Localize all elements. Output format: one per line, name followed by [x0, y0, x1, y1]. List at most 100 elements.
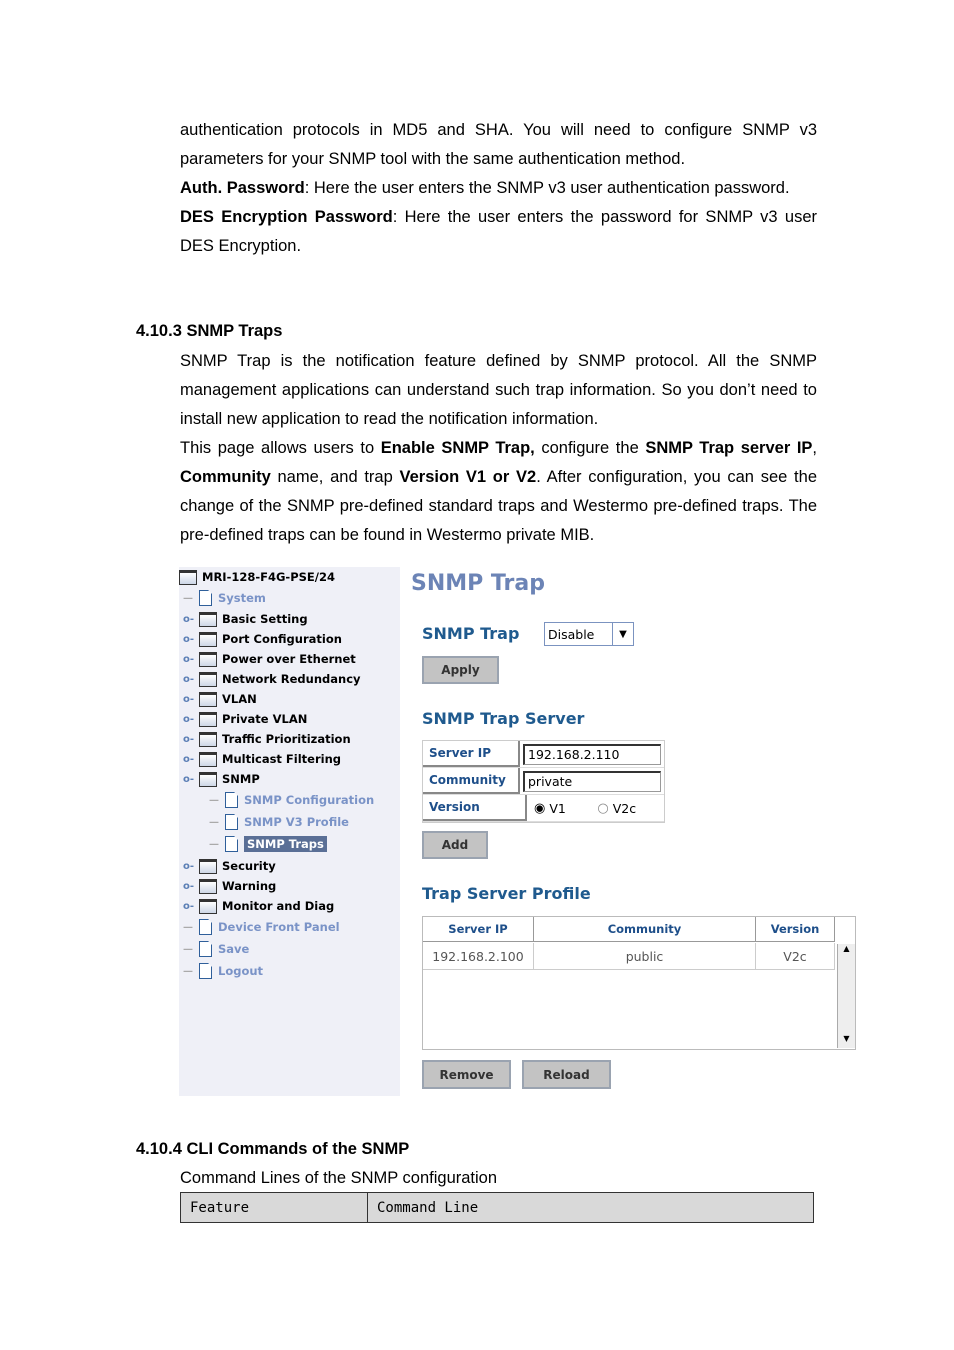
text: This page allows users to	[180, 439, 381, 457]
expand-icon[interactable]: o-	[183, 754, 195, 765]
expand-icon[interactable]: o-	[183, 654, 195, 665]
tree-line: —	[209, 794, 219, 806]
expand-icon[interactable]: o-	[183, 734, 195, 745]
community-input[interactable]: private	[523, 770, 661, 792]
tree-line: —	[209, 838, 219, 850]
label: Port Configuration	[222, 632, 342, 646]
document-icon	[199, 963, 212, 979]
snmp-trap-select[interactable]: Disable ▼	[544, 622, 634, 646]
tree-item-save[interactable]: — Save	[183, 939, 249, 959]
label: VLAN	[222, 692, 257, 706]
label: Private VLAN	[222, 712, 308, 726]
tree-item-security[interactable]: o- Security	[183, 856, 276, 876]
scroll-up-icon[interactable]: ▲	[838, 944, 855, 958]
document-icon	[225, 836, 238, 852]
selected-value: Disable	[548, 626, 595, 642]
label: SNMP	[222, 772, 260, 786]
paragraph-auth-protocols: authentication protocols in MD5 and SHA.…	[180, 116, 817, 261]
cli-table-header: Feature Command Line	[180, 1192, 814, 1223]
tree-item-multicast-filtering[interactable]: o- Multicast Filtering	[183, 749, 341, 769]
community-label: Community	[423, 768, 520, 794]
snmp-trap-label: SNMP Trap	[422, 624, 520, 643]
cli-intro: Command Lines of the SNMP configuration	[180, 1169, 498, 1187]
tree-item-snmp-traps[interactable]: — SNMP Traps	[209, 834, 327, 854]
tree-item-port-configuration[interactable]: o- Port Configuration	[183, 629, 342, 649]
text: Community	[180, 468, 271, 486]
header-feature: Feature	[181, 1193, 368, 1222]
expand-icon[interactable]: o-	[183, 861, 195, 872]
text: : Here the user enters the SNMP v3 user …	[304, 179, 790, 197]
chevron-down-icon[interactable]: ▼	[612, 623, 633, 645]
remove-button[interactable]: Remove	[422, 1060, 511, 1089]
expand-icon[interactable]: o-	[183, 714, 195, 725]
tree-item-traffic-prioritization[interactable]: o- Traffic Prioritization	[183, 729, 351, 749]
cell-server-ip[interactable]: 192.168.2.100	[423, 943, 534, 970]
tree-item-system[interactable]: — System	[183, 588, 266, 608]
tree-item-snmp[interactable]: o- SNMP	[183, 769, 260, 789]
tree-line: —	[209, 816, 219, 828]
expand-icon[interactable]: o-	[183, 634, 195, 645]
page-title: SNMP Trap	[411, 571, 545, 596]
column-header: Community	[534, 917, 756, 942]
expand-icon[interactable]: o-	[183, 901, 195, 912]
label: Network Redundancy	[222, 672, 361, 686]
tree-item-logout[interactable]: — Logout	[183, 961, 263, 981]
document-page: authentication protocols in MD5 and SHA.…	[0, 0, 954, 1350]
label: Basic Setting	[222, 612, 308, 626]
tree-item-snmp-v3-profile[interactable]: — SNMP V3 Profile	[209, 812, 349, 832]
label: System	[218, 591, 266, 605]
cell-community[interactable]: public	[534, 943, 756, 970]
folder-icon	[199, 878, 217, 894]
v2c-label: V2c	[612, 800, 637, 816]
label: Device Front Panel	[218, 920, 340, 934]
expand-icon[interactable]: o-	[183, 614, 195, 625]
folder-icon	[199, 611, 217, 627]
expand-icon[interactable]: o-	[183, 694, 195, 705]
tree-item-device-front-panel[interactable]: — Device Front Panel	[183, 917, 340, 937]
tree-item-private-vlan[interactable]: o- Private VLAN	[183, 709, 307, 729]
trap-server-profile-heading: Trap Server Profile	[422, 884, 591, 903]
document-icon	[199, 590, 212, 606]
label: SNMP Configuration	[244, 793, 375, 807]
snmp-trap-screenshot: MRI-128-F4G-PSE/24 — System o- Basic Settin…	[179, 567, 869, 1097]
radio-v2c[interactable]: ○	[597, 801, 608, 816]
folder-icon	[199, 691, 217, 707]
v1-label: V1	[549, 800, 566, 816]
text: Version V1 or V2	[399, 468, 537, 486]
tree-item-monitor-and-diag[interactable]: o- Monitor and Diag	[183, 896, 334, 916]
tree-item-power-over-ethernet[interactable]: o- Power over Ethernet	[183, 649, 356, 669]
radio-v1[interactable]: ◉	[534, 801, 545, 816]
text: SNMP Trap is the notification feature de…	[180, 352, 817, 428]
tree-line: —	[183, 943, 193, 955]
folder-icon	[199, 651, 217, 667]
label: Multicast Filtering	[222, 752, 342, 766]
apply-button[interactable]: Apply	[422, 656, 499, 684]
expand-icon[interactable]: o-	[183, 674, 195, 685]
term-auth-password: Auth. Password	[180, 179, 305, 197]
add-button[interactable]: Add	[422, 831, 488, 859]
tree-line: —	[183, 921, 193, 933]
tree-item-basic-setting[interactable]: o- Basic Setting	[183, 609, 308, 629]
server-ip-input[interactable]: 192.168.2.110	[523, 743, 661, 765]
tree-item-warning[interactable]: o- Warning	[183, 876, 276, 896]
label: Warning	[222, 879, 277, 893]
tree-root[interactable]: MRI-128-F4G-PSE/24	[179, 567, 335, 587]
tree-item-snmp-configuration[interactable]: — SNMP Configuration	[209, 790, 374, 810]
version-label: Version	[423, 795, 527, 821]
scroll-down-icon[interactable]: ▼	[838, 1034, 855, 1048]
expand-icon[interactable]: o-	[183, 774, 195, 785]
expand-icon[interactable]: o-	[183, 881, 195, 892]
text: Enable SNMP Trap,	[380, 439, 535, 457]
label: Power over Ethernet	[222, 652, 356, 666]
text: SNMP Trap server IP	[645, 439, 813, 457]
document-icon	[199, 919, 212, 935]
label: Traffic Prioritization	[222, 732, 351, 746]
tree-item-network-redundancy[interactable]: o- Network Redundancy	[183, 669, 361, 689]
reload-button[interactable]: Reload	[522, 1060, 611, 1089]
label: Logout	[218, 964, 264, 978]
label: Security	[222, 859, 276, 873]
tree-item-vlan[interactable]: o- VLAN	[183, 689, 257, 709]
cell-version[interactable]: V2c	[756, 943, 835, 970]
trap-server-heading: SNMP Trap Server	[422, 709, 585, 728]
scrollbar[interactable]: ▲ ▼	[837, 944, 855, 1048]
